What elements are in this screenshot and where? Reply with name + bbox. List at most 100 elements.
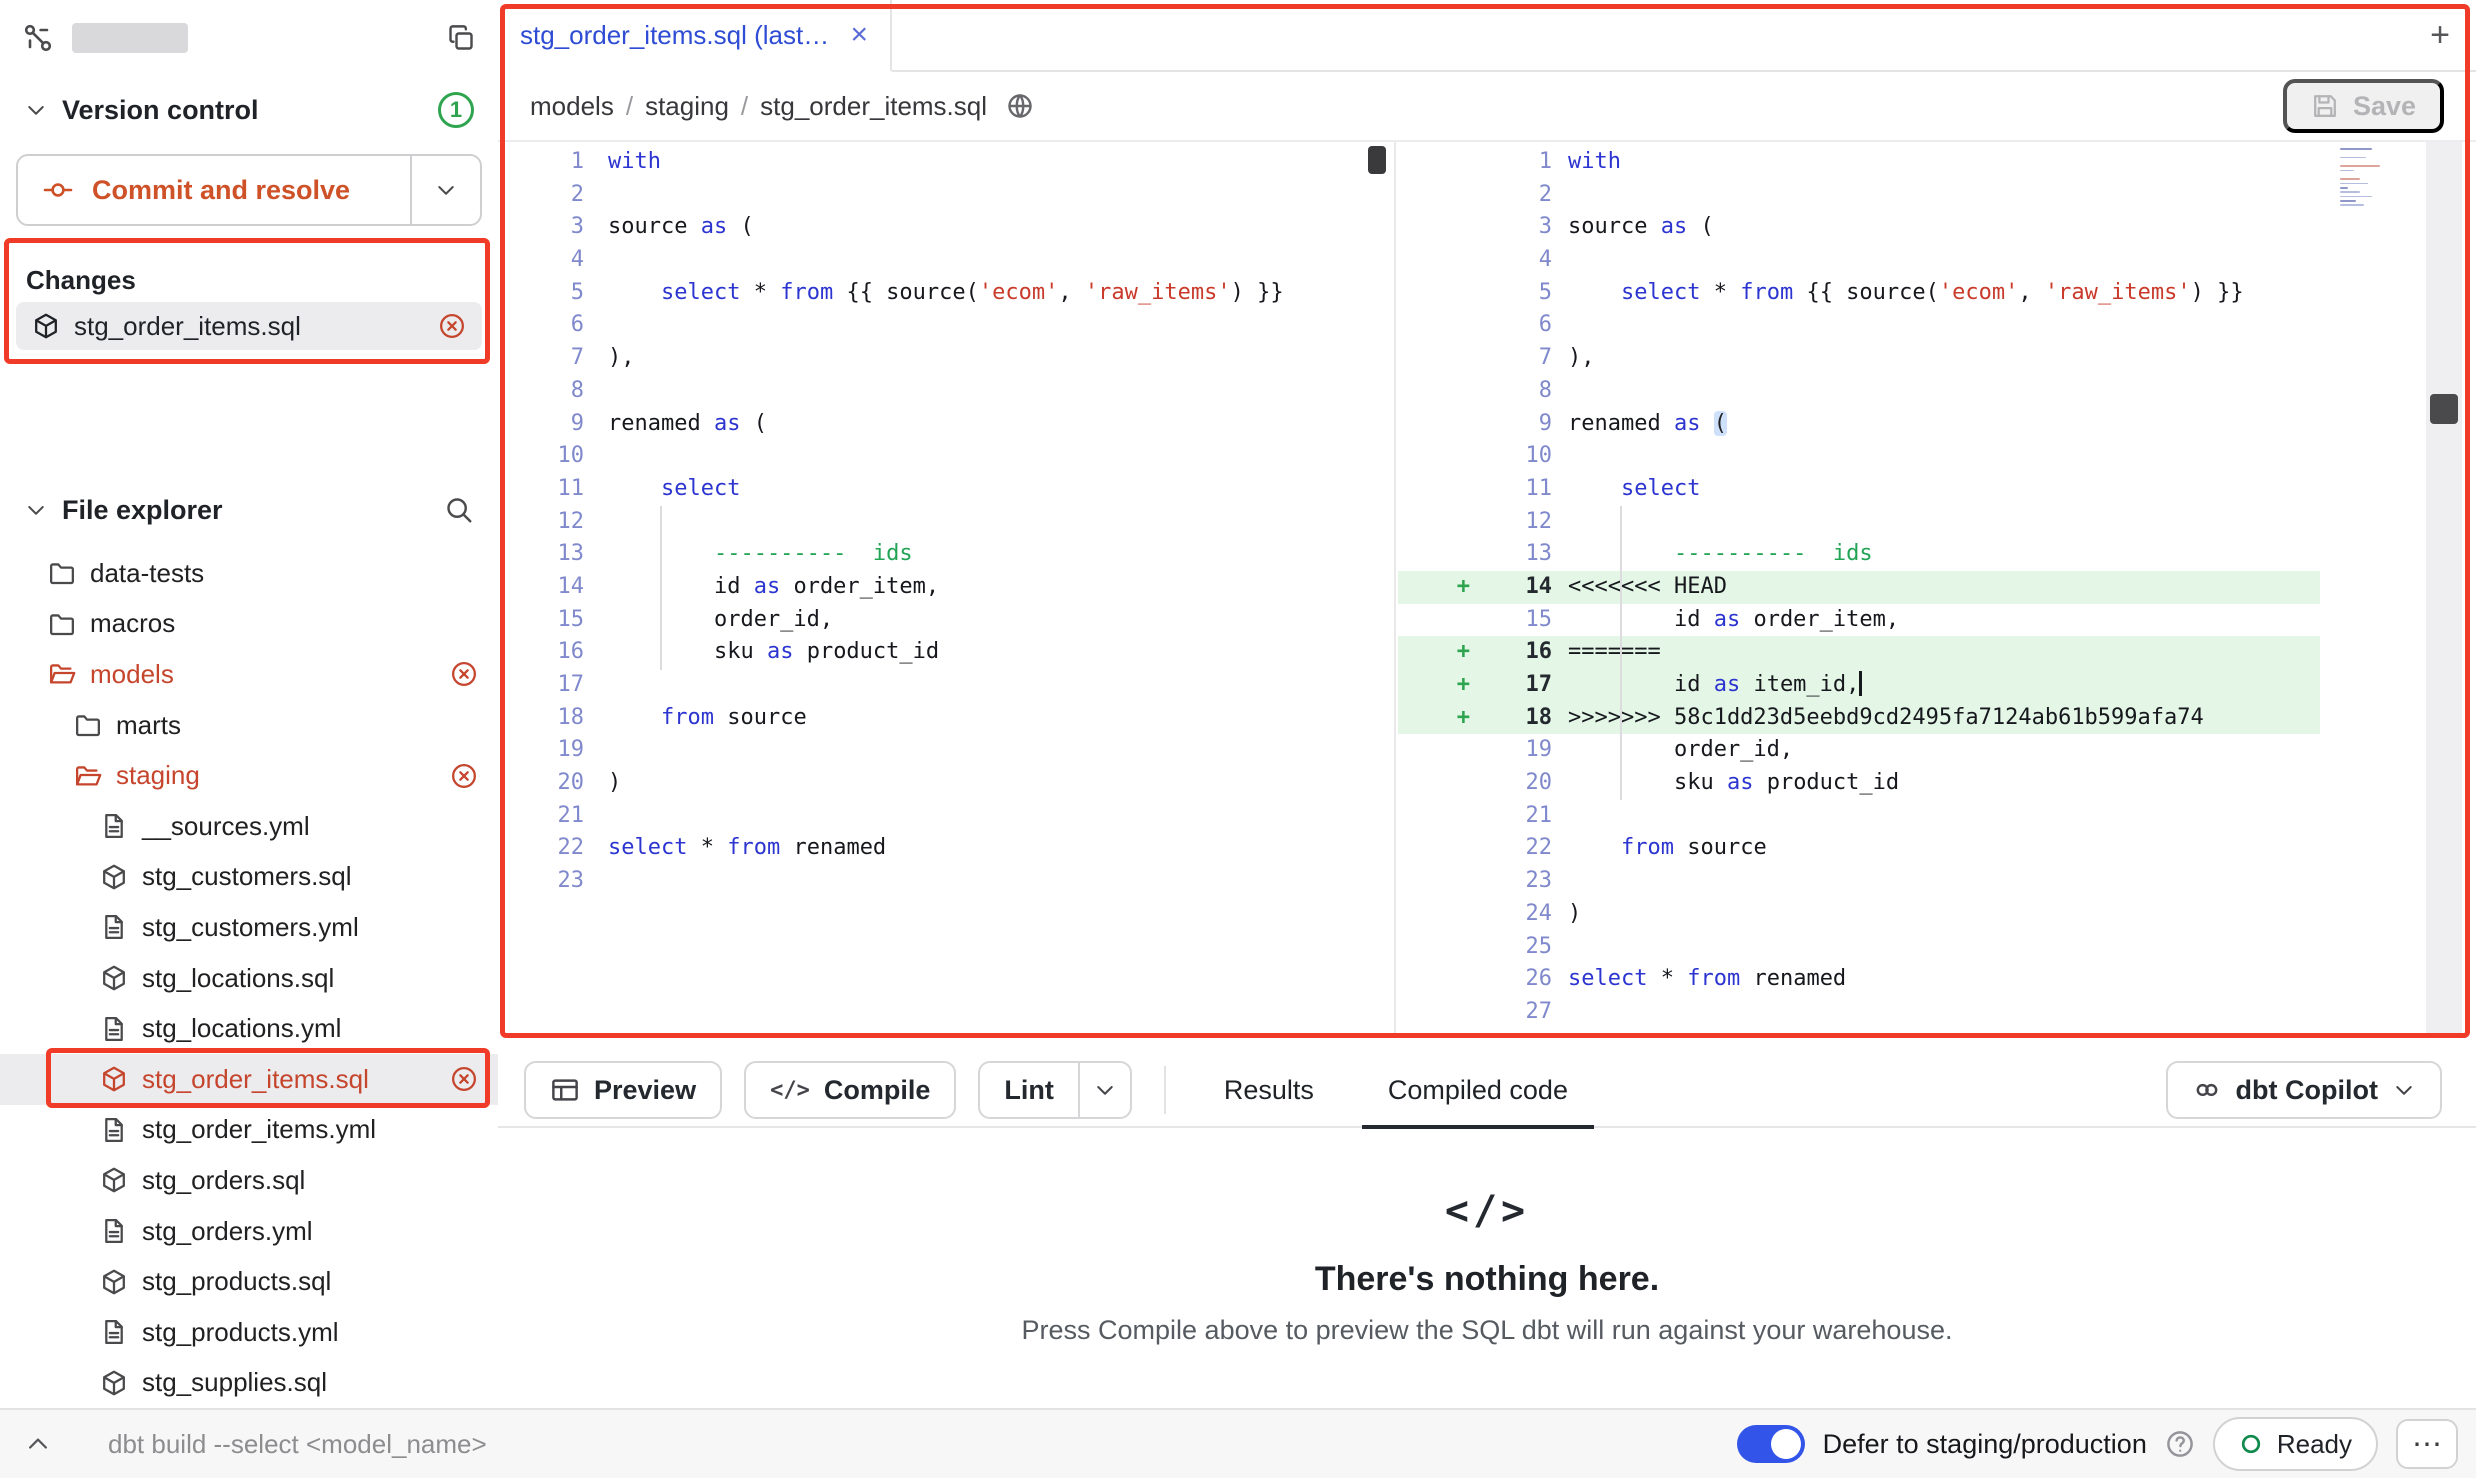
status-ready-pill[interactable]: Ready: [2213, 1417, 2378, 1471]
search-icon[interactable]: [444, 495, 474, 525]
breadcrumb-part[interactable]: stg_order_items.sql: [760, 91, 987, 122]
code-line[interactable]: 25: [1398, 931, 2320, 964]
save-button[interactable]: Save: [2283, 79, 2444, 133]
minimap[interactable]: [2334, 144, 2390, 210]
breadcrumb-part[interactable]: staging: [645, 91, 729, 122]
file-tree-item[interactable]: stg_order_items.sql: [0, 1054, 498, 1105]
file-tree-item[interactable]: stg_orders.sql: [0, 1155, 498, 1206]
code-line[interactable]: 11 select: [1398, 473, 2320, 506]
editor-pane-modified[interactable]: 1with23source as (45 select * from {{ so…: [1398, 142, 2320, 1038]
code-line[interactable]: 10: [1398, 440, 2320, 473]
conflict-icon[interactable]: [450, 1065, 478, 1093]
file-tree-item[interactable]: stg_products.yml: [0, 1307, 498, 1358]
code-line[interactable]: 26select * from renamed: [1398, 963, 2320, 996]
file-tree-item[interactable]: stg_orders.yml: [0, 1206, 498, 1257]
code-line[interactable]: 18 from source: [498, 702, 1394, 735]
code-line[interactable]: 23: [498, 865, 1394, 898]
compile-button[interactable]: </> Compile: [744, 1061, 956, 1119]
code-line[interactable]: 1with: [498, 146, 1394, 179]
file-tree-item[interactable]: stg_supplies.sql: [0, 1358, 498, 1409]
code-line[interactable]: 5 select * from {{ source('ecom', 'raw_i…: [498, 277, 1394, 310]
tab-compiled-code[interactable]: Compiled code: [1362, 1053, 1594, 1127]
code-line[interactable]: 10: [498, 440, 1394, 473]
close-tab-icon[interactable]: ×: [850, 20, 868, 50]
code-line[interactable]: 12: [1398, 506, 2320, 539]
file-tree-item[interactable]: stg_locations.yml: [0, 1003, 498, 1054]
editor-scrollbar-thumb[interactable]: [2430, 394, 2458, 424]
file-tree-item[interactable]: __sources.yml: [0, 801, 498, 852]
code-line[interactable]: 14 id as order_item,: [498, 571, 1394, 604]
dbt-copilot-button[interactable]: dbt Copilot: [2166, 1061, 2442, 1119]
left-pane-scrollbar[interactable]: [1368, 146, 1386, 174]
code-line[interactable]: 5 select * from {{ source('ecom', 'raw_i…: [1398, 277, 2320, 310]
breadcrumb-part[interactable]: models: [530, 91, 614, 122]
project-graph-icon[interactable]: [22, 22, 54, 54]
file-tree-item[interactable]: macros: [0, 599, 498, 650]
file-tree-item[interactable]: data-tests: [0, 548, 498, 599]
version-control-header[interactable]: Version control 1: [0, 86, 498, 134]
conflict-icon[interactable]: [438, 312, 466, 340]
code-line[interactable]: 17: [498, 669, 1394, 702]
code-line[interactable]: 2: [498, 179, 1394, 212]
code-line[interactable]: 3source as (: [1398, 211, 2320, 244]
code-line[interactable]: 12: [498, 506, 1394, 539]
code-line[interactable]: 16 sku as product_id: [498, 636, 1394, 669]
code-line[interactable]: 22 from source: [1398, 832, 2320, 865]
code-line[interactable]: 20 sku as product_id: [1398, 767, 2320, 800]
code-line[interactable]: 9renamed as (: [498, 408, 1394, 441]
code-line[interactable]: 21: [1398, 800, 2320, 833]
code-line[interactable]: 4: [1398, 244, 2320, 277]
code-line[interactable]: 15 id as order_item,: [1398, 604, 2320, 637]
code-line[interactable]: 21: [498, 800, 1394, 833]
code-line[interactable]: 8: [498, 375, 1394, 408]
code-line[interactable]: 13 ---------- ids: [498, 538, 1394, 571]
code-line[interactable]: 9renamed as (: [1398, 408, 2320, 441]
command-prompt[interactable]: dbt build --select <model_name>: [108, 1429, 487, 1460]
help-icon[interactable]: [2165, 1429, 2195, 1459]
code-line[interactable]: +17 id as item_id,: [1398, 669, 2320, 702]
new-tab-button[interactable]: +: [2404, 0, 2476, 70]
code-line[interactable]: 23: [1398, 865, 2320, 898]
copy-icon[interactable]: [446, 23, 476, 53]
editor-tab[interactable]: stg_order_items.sql (last c… ×: [498, 0, 892, 72]
file-tree-item[interactable]: stg_customers.sql: [0, 852, 498, 903]
code-line[interactable]: +14<<<<<<< HEAD: [1398, 571, 2320, 604]
code-line[interactable]: 22select * from renamed: [498, 832, 1394, 865]
file-tree-item[interactable]: stg_locations.sql: [0, 953, 498, 1004]
changed-file-row[interactable]: stg_order_items.sql: [16, 302, 482, 350]
code-line[interactable]: 3source as (: [498, 211, 1394, 244]
file-tree-item[interactable]: stg_order_items.yml: [0, 1105, 498, 1156]
editor-scrollbar-track[interactable]: [2426, 142, 2462, 1038]
commit-dropdown-button[interactable]: [410, 156, 480, 224]
file-tree-item[interactable]: staging: [0, 750, 498, 801]
commit-and-resolve-button[interactable]: Commit and resolve: [16, 154, 482, 226]
defer-toggle[interactable]: [1737, 1425, 1805, 1463]
code-line[interactable]: 11 select: [498, 473, 1394, 506]
more-options-button[interactable]: ⋯: [2396, 1419, 2458, 1469]
conflict-icon[interactable]: [450, 762, 478, 790]
code-line[interactable]: 2: [1398, 179, 2320, 212]
file-tree-item[interactable]: stg_products.sql: [0, 1256, 498, 1307]
code-line[interactable]: 27: [1398, 996, 2320, 1029]
file-tree-item[interactable]: stg_customers.yml: [0, 902, 498, 953]
code-line[interactable]: 4: [498, 244, 1394, 277]
code-line[interactable]: 7),: [1398, 342, 2320, 375]
file-tree-item[interactable]: marts: [0, 700, 498, 751]
code-line[interactable]: 24): [1398, 898, 2320, 931]
code-line[interactable]: 8: [1398, 375, 2320, 408]
chevron-up-icon[interactable]: [18, 1430, 58, 1458]
lint-button[interactable]: Lint: [978, 1061, 1079, 1119]
code-line[interactable]: 1with: [1398, 146, 2320, 179]
code-line[interactable]: +16=======: [1398, 636, 2320, 669]
lint-dropdown-button[interactable]: [1078, 1061, 1132, 1119]
code-line[interactable]: 19: [498, 734, 1394, 767]
tab-results[interactable]: Results: [1198, 1053, 1340, 1127]
conflict-icon[interactable]: [450, 660, 478, 688]
code-line[interactable]: 19 order_id,: [1398, 734, 2320, 767]
editor-pane-original[interactable]: 1with23source as (45 select * from {{ so…: [498, 142, 1396, 1038]
code-line[interactable]: 20): [498, 767, 1394, 800]
code-line[interactable]: +18>>>>>>> 58c1dd23d5eebd9cd2495fa7124ab…: [1398, 702, 2320, 735]
file-explorer-header[interactable]: File explorer: [0, 486, 498, 534]
code-line[interactable]: 6: [498, 309, 1394, 342]
globe-icon[interactable]: [1005, 91, 1035, 121]
